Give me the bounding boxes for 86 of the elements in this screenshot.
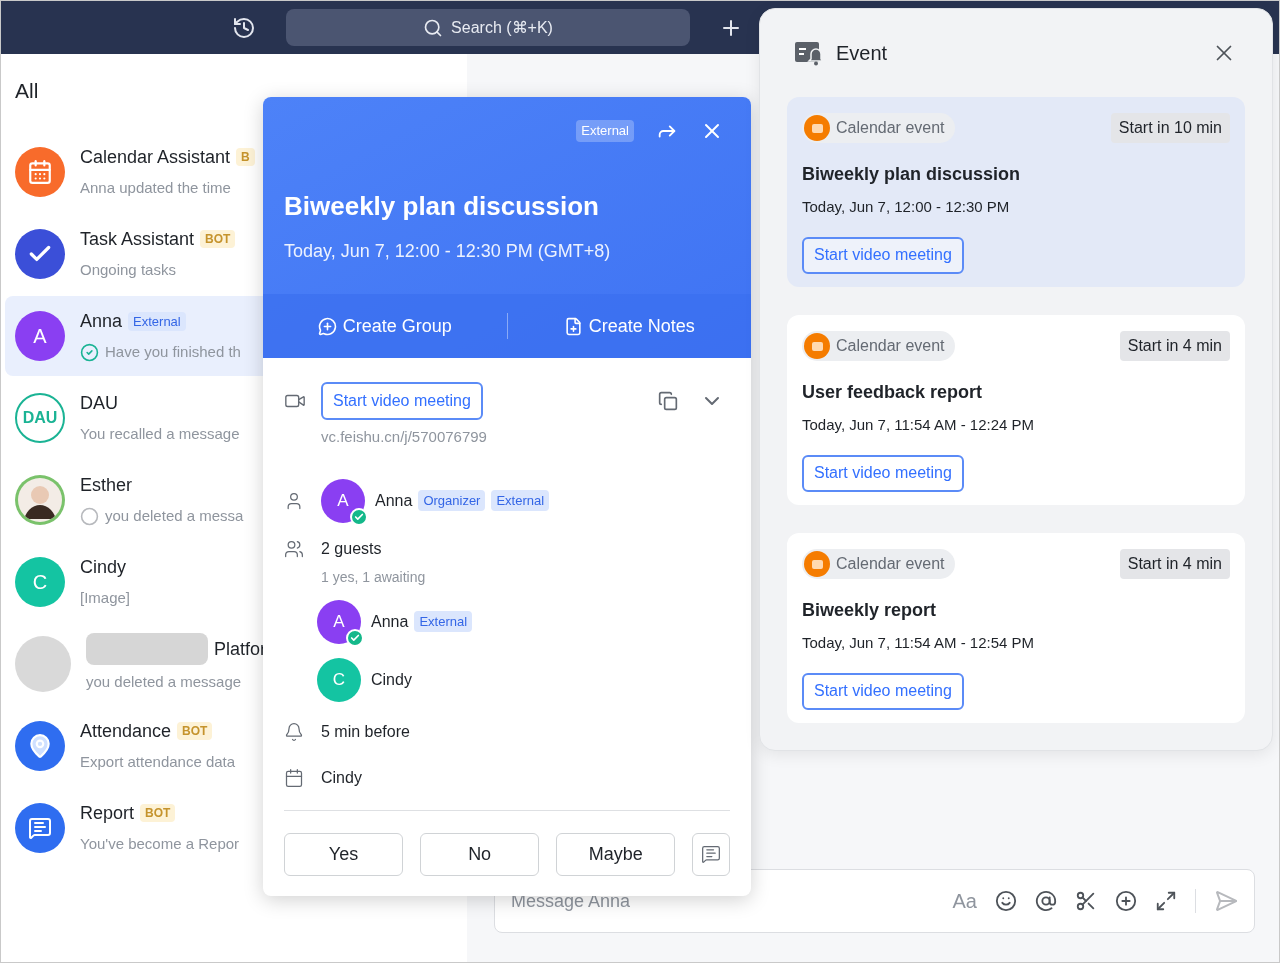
- chat-preview: you deleted a messa: [105, 505, 244, 526]
- start-video-meeting-button[interactable]: Start video meeting: [802, 236, 964, 274]
- event-card[interactable]: Calendar event Start in 4 min Biweekly report Today, Jun 7, 11:54 AM - 12:54 PM Start video meeting: [787, 533, 1245, 723]
- external-tag: External: [576, 120, 634, 142]
- source-pill: Calendar event: [802, 331, 955, 361]
- chat-name: Calendar Assistant: [80, 145, 231, 169]
- chat-name: Anna: [80, 309, 123, 333]
- bot-tag: BOT: [140, 804, 176, 823]
- calendar-event-icon: [804, 551, 830, 577]
- comment-icon: [701, 844, 722, 864]
- chat-preview: Export attendance data: [80, 751, 236, 772]
- source-pill: Calendar event: [802, 113, 955, 143]
- chat-name: Cindy: [80, 555, 127, 579]
- event-title: User feedback report: [802, 381, 984, 404]
- event-time: Today, Jun 7, 11:54 AM - 12:24 PM: [802, 415, 1036, 435]
- event-title: Biweekly report: [802, 599, 938, 622]
- copy-icon[interactable]: [658, 391, 678, 411]
- event-time: Today, Jun 7, 12:00 - 12:30 PM: [802, 197, 1011, 217]
- chat-preview: You recalled a message: [80, 423, 240, 444]
- bot-tag: BOT: [177, 722, 213, 741]
- guest-summary: 1 yes, 1 awaiting: [321, 567, 427, 587]
- sidebar-title: All: [15, 78, 40, 104]
- rsvp-button[interactable]: Maybe: [556, 832, 676, 876]
- chat-preview: Anna updated the time: [80, 177, 231, 198]
- calendar-name: Cindy: [321, 767, 362, 788]
- countdown-tag: Start in 4 min: [1119, 549, 1230, 579]
- calendar-event-icon: [804, 115, 830, 141]
- chat-preview: you deleted a message: [86, 672, 242, 693]
- rsvp-button[interactable]: Yes: [284, 832, 404, 876]
- role-tag: External: [491, 489, 550, 512]
- mention-icon[interactable]: [1035, 890, 1057, 912]
- letter-avatar: A: [317, 599, 361, 644]
- accepted-check-icon: [350, 507, 368, 526]
- add-chat-icon: [317, 316, 337, 336]
- letter-avatar: C: [317, 657, 361, 702]
- bell-icon: [284, 721, 304, 742]
- chat-preview: [Image]: [80, 587, 131, 608]
- chat-name: Task Assistant: [80, 227, 195, 251]
- start-video-meeting-button[interactable]: Start video meeting: [802, 672, 964, 710]
- add-icon[interactable]: [1115, 890, 1137, 912]
- search-icon: [423, 17, 444, 38]
- chat-name: Report: [80, 801, 135, 825]
- people-icon: [284, 538, 304, 559]
- panel-title: Event: [836, 41, 888, 66]
- event-card[interactable]: Calendar event Start in 4 min User feedback report Today, Jun 7, 11:54 AM - 12:24 PM Start video meeting: [787, 315, 1245, 505]
- role-tag: Organizer: [418, 489, 486, 512]
- expand-icon[interactable]: [1155, 890, 1177, 912]
- external-tag: External: [128, 311, 186, 331]
- bot-tag: BOT: [200, 230, 236, 249]
- start-video-meeting-button[interactable]: Start video meeting: [802, 454, 964, 492]
- letter-avatar: DAU: [15, 392, 65, 443]
- start-video-meeting-button[interactable]: Start video meeting: [321, 382, 483, 420]
- comment-button[interactable]: [692, 832, 730, 876]
- source-pill: Calendar event: [802, 549, 955, 579]
- calendar-icon: [284, 767, 304, 788]
- event-time: Today, Jun 7, 11:54 AM - 12:54 PM: [802, 633, 1036, 653]
- chat-preview: You've become a Repor: [80, 833, 240, 854]
- bot-tag: B: [236, 148, 255, 167]
- letter-avatar: A: [15, 310, 65, 361]
- chat-name: Esther: [80, 473, 133, 497]
- accepted-check-icon: [346, 628, 364, 647]
- chat-preview: Have you finished th: [105, 341, 241, 362]
- countdown-tag: Start in 10 min: [1110, 113, 1230, 143]
- chat-name: Attendance: [80, 719, 172, 743]
- event-card[interactable]: Calendar event Start in 10 min Biweekly plan discussion Today, Jun 7, 12:00 - 12:30 PM Start video meeting: [787, 97, 1245, 287]
- guest-name: Cindy: [371, 669, 412, 690]
- letter-avatar: C: [15, 556, 65, 607]
- chat-preview: Ongoing tasks: [80, 259, 176, 280]
- guest-count: 2 guests: [321, 538, 382, 559]
- chat-name: Platfor: [214, 637, 267, 661]
- reminder-text: 5 min before: [321, 721, 410, 742]
- scissors-icon[interactable]: [1075, 890, 1097, 912]
- history-icon[interactable]: [232, 15, 256, 40]
- emoji-icon[interactable]: [995, 890, 1017, 912]
- role-tag: External: [414, 610, 473, 633]
- rsvp-button[interactable]: No: [420, 832, 540, 876]
- calendar-event-icon: [804, 333, 830, 359]
- chat-name: DAU: [80, 391, 118, 415]
- search-field[interactable]: Search (⌘+K): [286, 9, 690, 46]
- add-document-icon: [563, 316, 583, 336]
- letter-avatar: A: [321, 478, 365, 523]
- calendar-bell-icon: [794, 40, 824, 66]
- event-title: Biweekly plan discussion: [802, 163, 1022, 186]
- organizer-name: Anna: [375, 490, 413, 511]
- countdown-tag: Start in 4 min: [1119, 331, 1230, 361]
- header-action-button[interactable]: Create Notes: [507, 312, 751, 340]
